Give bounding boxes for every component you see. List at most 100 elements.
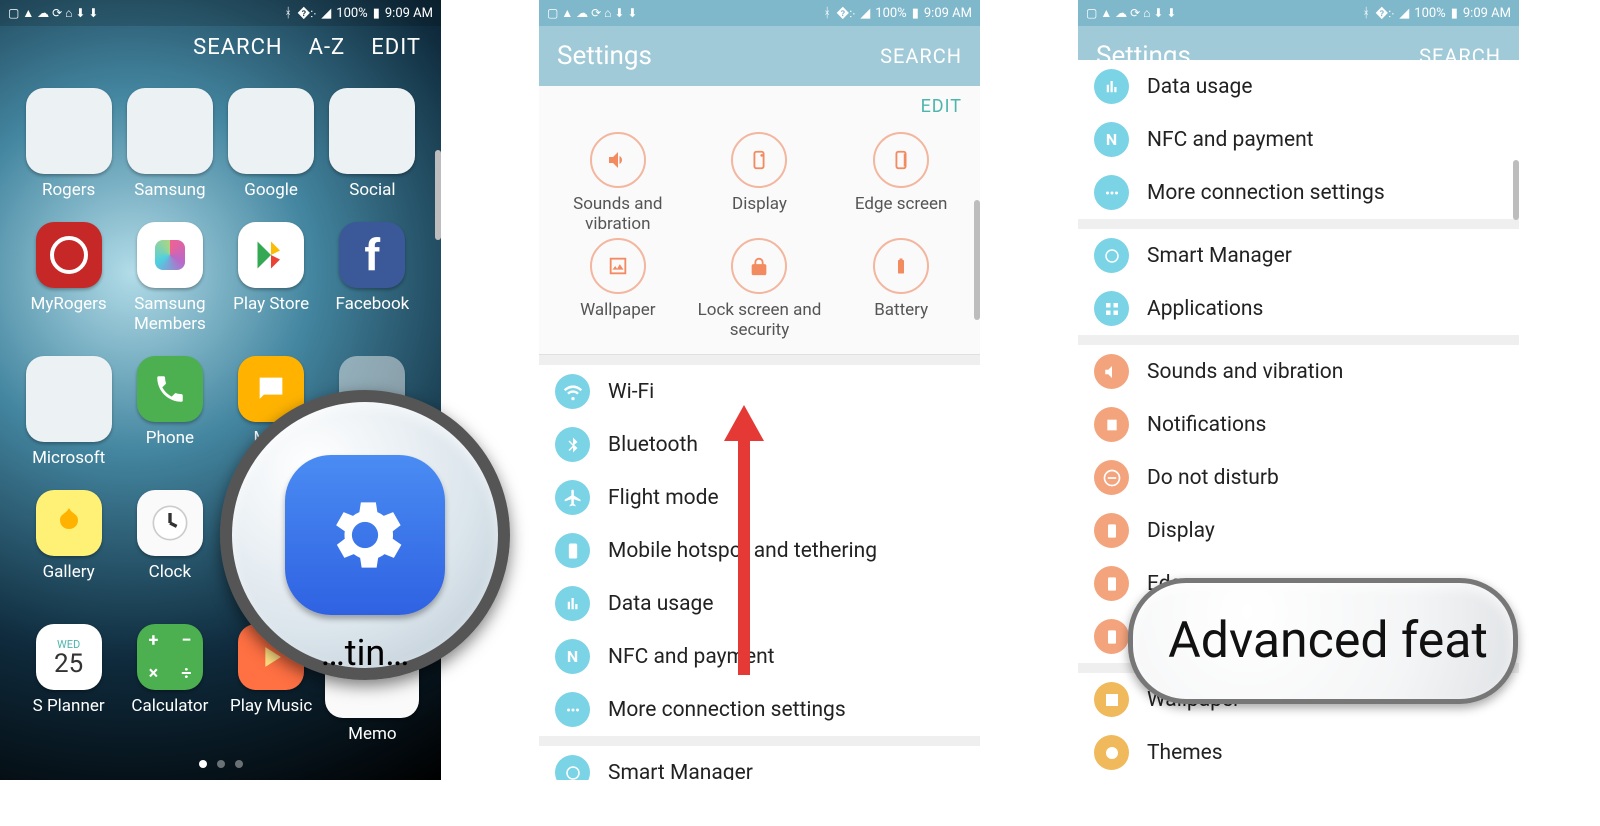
app-bar: Settings SEARCH xyxy=(539,26,980,86)
settings-dnd[interactable]: Do not disturb xyxy=(1078,451,1519,504)
wifi-icon: �჻ xyxy=(1375,6,1394,21)
notifications-icon xyxy=(1094,407,1129,442)
settings-sounds-vibration[interactable]: Sounds and vibration xyxy=(1078,345,1519,398)
settings-flight-mode[interactable]: Flight mode xyxy=(539,471,980,524)
app-microsoft-folder[interactable]: Microsoft xyxy=(18,356,119,486)
settings-hotspot[interactable]: Mobile hotspot and tethering xyxy=(539,524,980,577)
app-phone[interactable]: Phone xyxy=(119,356,220,486)
quick-label: Sounds and vibration xyxy=(547,194,689,234)
settings-label: NFC and payment xyxy=(1147,128,1314,152)
app-samsung-members[interactable]: Samsung Members xyxy=(119,222,220,352)
app-label: Calculator xyxy=(131,696,208,716)
page-title: Settings xyxy=(557,41,652,71)
status-left-icons: ▢ ▲ ☁ ⟳ ⌂ ⬇ ⬇ xyxy=(1086,6,1177,20)
app-label: Microsoft xyxy=(32,448,105,468)
quick-lock-security[interactable]: Lock screen and security xyxy=(689,238,831,340)
settings-nfc[interactable]: N NFC and payment xyxy=(1078,113,1519,166)
settings-label: NFC and payment xyxy=(608,645,775,669)
settings-label: Bluetooth xyxy=(608,433,698,457)
status-bar: ▢ ▲ ☁ ⟳ ⌂ ⬇ ⬇ ᚼ �჻ ◢ 100% ▮ 9:09 AM xyxy=(1078,0,1519,26)
app-clock[interactable]: Clock xyxy=(119,490,220,620)
settings-themes[interactable]: Themes xyxy=(1078,726,1519,779)
sound-icon xyxy=(590,132,646,188)
app-rogers-folder[interactable]: Rogers xyxy=(18,88,119,218)
settings-notifications[interactable]: Notifications xyxy=(1078,398,1519,451)
app-calculator[interactable]: + − × ÷ Calculator xyxy=(119,624,220,754)
battery-icon: ▮ xyxy=(1451,6,1458,21)
settings-bluetooth[interactable]: Bluetooth xyxy=(539,418,980,471)
settings-label: Smart Manager xyxy=(608,761,753,781)
magnifier-advanced-features: Advanced feat xyxy=(1128,578,1518,704)
settings-app-icon[interactable] xyxy=(285,455,445,615)
app-gallery[interactable]: Gallery xyxy=(18,490,119,620)
page-indicator[interactable] xyxy=(0,760,441,768)
status-bar: ▢ ▲ ☁ ⟳ ⌂ ⬇ ⬇ ᚼ �჻ ◢ 100% ▮ 9:09 AM xyxy=(0,0,441,26)
settings-nfc[interactable]: N NFC and payment xyxy=(539,630,980,683)
bluetooth-icon xyxy=(555,427,590,462)
settings-label: Display xyxy=(1147,519,1215,543)
bluetooth-icon: ᚼ xyxy=(284,6,292,21)
smart-manager-icon xyxy=(555,755,590,780)
scroll-indicator[interactable] xyxy=(435,150,441,240)
app-label: Gallery xyxy=(43,562,95,582)
settings-data-usage[interactable]: Data usage xyxy=(539,577,980,630)
settings-list[interactable]: Wi-Fi Bluetooth Flight mode Mobile hotsp… xyxy=(539,365,980,780)
data-icon xyxy=(555,586,590,621)
quick-sounds[interactable]: Sounds and vibration xyxy=(547,132,689,234)
app-label: Facebook xyxy=(335,294,409,314)
wifi-icon: �჻ xyxy=(836,6,855,21)
signal-icon: ◢ xyxy=(860,6,870,21)
hotspot-icon xyxy=(555,533,590,568)
settings-display[interactable]: Display xyxy=(1078,504,1519,557)
app-label: Phone xyxy=(146,428,194,448)
quick-edge-screen[interactable]: Edge screen xyxy=(830,132,972,234)
apps-icon xyxy=(1094,291,1129,326)
settings-label: Sounds and vibration xyxy=(1147,360,1343,384)
search-button[interactable]: SEARCH xyxy=(193,35,283,60)
more-icon xyxy=(1094,175,1129,210)
status-bar: ▢ ▲ ☁ ⟳ ⌂ ⬇ ⬇ ᚼ �჻ ◢ 100% ▮ 9:09 AM xyxy=(539,0,980,26)
settings-applications[interactable]: Applications xyxy=(1078,282,1519,335)
settings-label: Smart Manager xyxy=(1147,244,1292,268)
more-icon xyxy=(555,692,590,727)
app-label: Samsung Members xyxy=(119,294,220,334)
edit-button[interactable]: EDIT xyxy=(921,96,962,117)
app-samsung-folder[interactable]: Samsung xyxy=(119,88,220,218)
search-button[interactable]: SEARCH xyxy=(880,44,962,68)
bluetooth-icon: ᚼ xyxy=(823,6,831,21)
app-label: Play Music xyxy=(230,696,312,716)
edit-button[interactable]: EDIT xyxy=(371,35,421,60)
app-label: Google xyxy=(244,180,298,200)
settings-label: More connection settings xyxy=(608,698,846,722)
quick-label: Wallpaper xyxy=(580,300,655,320)
app-label: Rogers xyxy=(42,180,95,200)
lock-icon xyxy=(731,238,787,294)
app-splanner[interactable]: WED 25 S Planner xyxy=(18,624,119,754)
app-facebook[interactable]: f Facebook xyxy=(322,222,423,352)
wallpaper-icon xyxy=(590,238,646,294)
magnifier-settings-icon: …tin… xyxy=(220,390,510,680)
settings-smart-manager[interactable]: Smart Manager xyxy=(539,746,980,780)
settings-label: Flight mode xyxy=(608,486,719,510)
settings-wifi[interactable]: Wi-Fi xyxy=(539,365,980,418)
callout-text: Advanced feat xyxy=(1168,612,1488,670)
app-myrogers[interactable]: MyRogers xyxy=(18,222,119,352)
settings-more-connection[interactable]: More connection settings xyxy=(1078,166,1519,219)
quick-wallpaper[interactable]: Wallpaper xyxy=(547,238,689,340)
quick-battery[interactable]: Battery xyxy=(830,238,972,340)
settings-label: Data usage xyxy=(1147,75,1252,99)
app-play-store[interactable]: Play Store xyxy=(221,222,322,352)
battery-percent: 100% xyxy=(1414,6,1445,21)
scroll-indicator[interactable] xyxy=(974,200,980,320)
app-social-folder[interactable]: Social xyxy=(322,88,423,218)
settings-smart-manager[interactable]: Smart Manager xyxy=(1078,229,1519,282)
scroll-indicator[interactable] xyxy=(1513,160,1519,220)
settings-data-usage[interactable]: Data usage xyxy=(1078,60,1519,113)
battery-icon: ▮ xyxy=(912,6,919,21)
quick-display[interactable]: Display xyxy=(689,132,831,234)
app-label: Clock xyxy=(149,562,191,582)
app-label: Play Store xyxy=(233,294,309,314)
settings-more-connection[interactable]: More connection settings xyxy=(539,683,980,736)
app-google-folder[interactable]: Google xyxy=(221,88,322,218)
az-sort-button[interactable]: A-Z xyxy=(309,35,346,60)
